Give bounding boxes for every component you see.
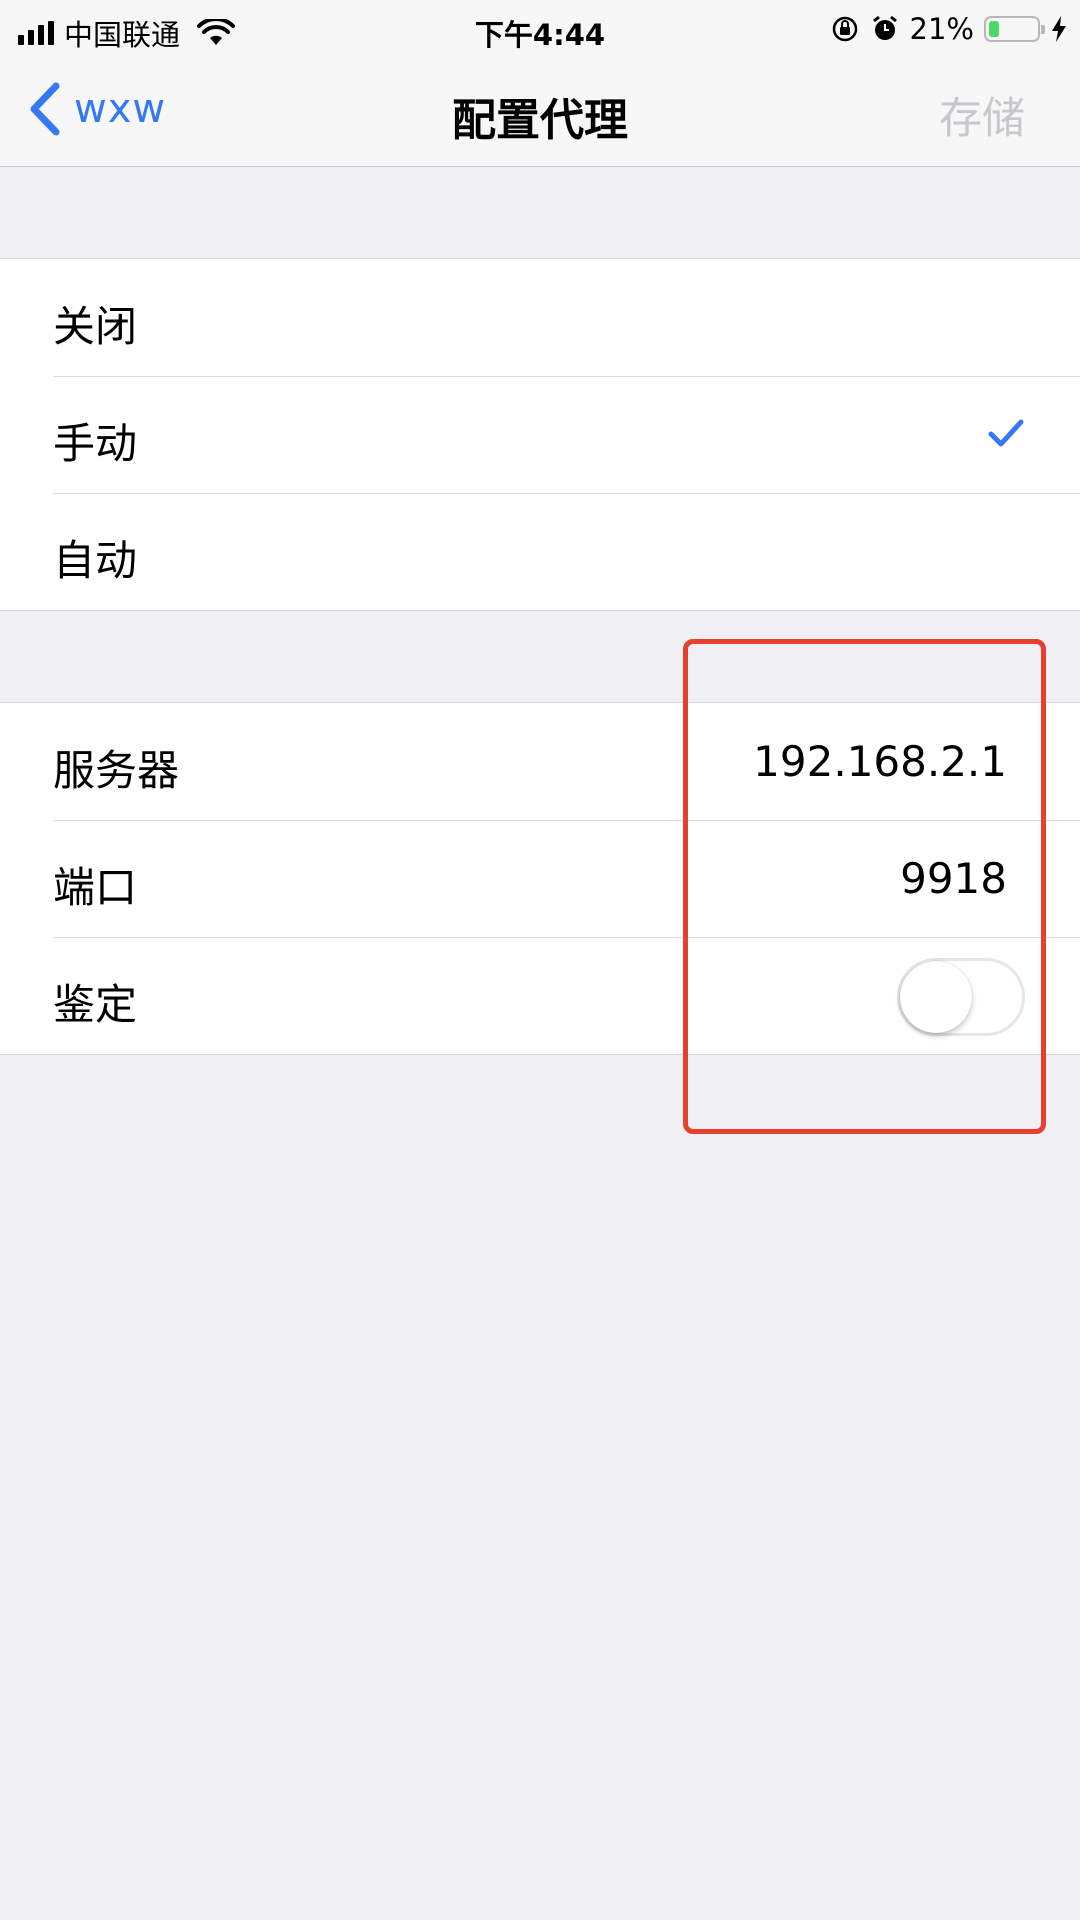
status-bar: 中国联通 下午4:44 21%	[0, 0, 1080, 60]
navigation-bar: wxw 配置代理 存储	[0, 60, 1080, 167]
status-right: 21%	[830, 12, 1068, 46]
checkmark-icon	[988, 419, 1024, 447]
port-row[interactable]: 端口 9918	[0, 820, 1080, 937]
battery-percent: 21%	[909, 12, 974, 46]
proxy-mode-label: 关闭	[53, 302, 138, 351]
authentication-label: 鉴定	[53, 980, 138, 1029]
battery-icon	[984, 16, 1045, 42]
alarm-icon	[872, 15, 897, 40]
toggle-knob	[900, 961, 972, 1033]
server-row[interactable]: 服务器 192.168.2.1	[0, 703, 1080, 820]
battery-fill	[989, 21, 999, 37]
proxy-mode-manual[interactable]: 手动	[0, 376, 1080, 493]
server-label: 服务器	[53, 746, 180, 795]
authentication-toggle[interactable]	[897, 958, 1025, 1036]
save-button[interactable]: 存储	[939, 84, 1025, 146]
proxy-mode-label: 自动	[53, 536, 138, 585]
proxy-mode-label: 手动	[53, 419, 138, 468]
proxy-mode-off[interactable]: 关闭	[0, 259, 1080, 376]
port-field[interactable]: 9918	[900, 854, 1007, 903]
server-field[interactable]: 192.168.2.1	[753, 737, 1007, 786]
charging-bolt-icon	[1052, 16, 1066, 42]
proxy-mode-auto[interactable]: 自动	[0, 493, 1080, 610]
authentication-row: 鉴定	[0, 937, 1080, 1054]
orientation-lock-icon	[832, 16, 857, 42]
page-title: 配置代理	[452, 95, 628, 146]
manual-proxy-settings-group: 服务器 192.168.2.1 端口 9918 鉴定	[0, 702, 1080, 1055]
proxy-mode-group: 关闭 手动 自动	[0, 258, 1080, 611]
port-label: 端口	[53, 863, 138, 912]
